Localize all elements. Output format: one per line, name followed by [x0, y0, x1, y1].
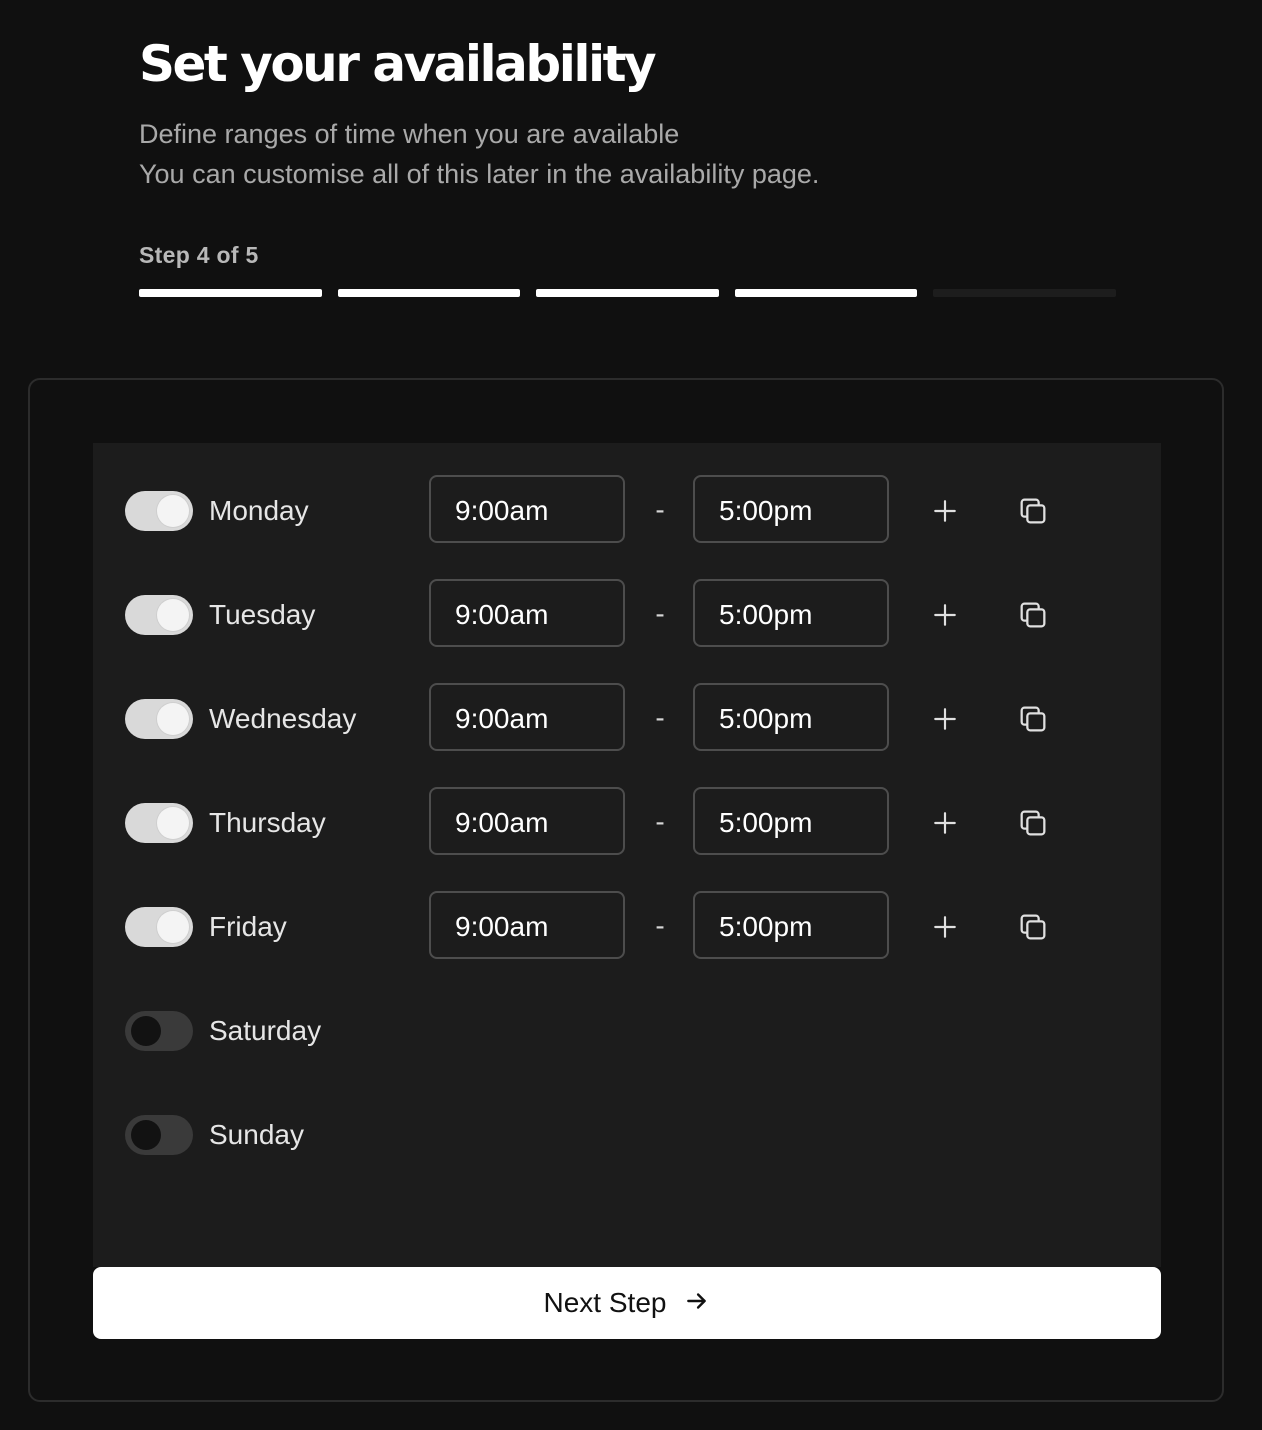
plus-icon[interactable]	[923, 489, 967, 533]
day-row-thursday: Thursday 9:00am -5:00pm	[93, 787, 1161, 859]
day-row-monday: Monday 9:00am -5:00pm	[93, 475, 1161, 547]
next-step-button[interactable]: Next Step	[93, 1267, 1161, 1339]
copy-icon[interactable]	[1011, 801, 1055, 845]
time-range-separator: -	[655, 494, 665, 525]
thursday-end-time-select[interactable]: 5:00pm	[693, 787, 889, 855]
page-description: Define ranges of time when you are avail…	[139, 114, 1119, 194]
next-step-label: Next Step	[543, 1287, 667, 1318]
progress-segment-3	[536, 289, 719, 297]
plus-icon[interactable]	[923, 697, 967, 741]
description-line-2: You can customise all of this later in t…	[139, 159, 820, 189]
wednesday-toggle[interactable]	[125, 699, 193, 739]
sunday-toggle[interactable]	[125, 1115, 193, 1155]
monday-end-time-select[interactable]: 5:00pm	[693, 475, 889, 543]
wednesday-start-time-select[interactable]: 9:00am	[429, 683, 625, 751]
saturday-toggle[interactable]	[125, 1011, 193, 1051]
copy-icon[interactable]	[1011, 489, 1055, 533]
friday-end-time-select[interactable]: 5:00pm	[693, 891, 889, 959]
thursday-start-time-select[interactable]: 9:00am	[429, 787, 625, 855]
toggle-knob	[131, 1120, 161, 1150]
day-label: Monday	[209, 495, 309, 526]
page-header: Set your availability Define ranges of t…	[139, 30, 1119, 194]
arrow-right-icon	[684, 1288, 710, 1319]
time-range-separator: -	[655, 910, 665, 941]
wednesday-end-time-select[interactable]: 5:00pm	[693, 683, 889, 751]
day-label: Sunday	[209, 1119, 304, 1150]
tuesday-start-time-select[interactable]: 9:00am	[429, 579, 625, 647]
progress-segment-2	[337, 289, 521, 297]
toggle-knob	[157, 599, 189, 631]
time-range-separator: -	[655, 702, 665, 733]
copy-icon[interactable]	[1011, 905, 1055, 949]
toggle-knob	[157, 703, 189, 735]
progress-segment-1	[139, 289, 322, 297]
thursday-toggle[interactable]	[125, 803, 193, 843]
page-title: Set your availability	[139, 35, 657, 93]
step-indicator: Step 4 of 5	[139, 242, 259, 268]
toggle-knob	[131, 1016, 161, 1046]
time-range-separator: -	[655, 598, 665, 629]
day-row-wednesday: Wednesday 9:00am -5:00pm	[93, 683, 1161, 755]
plus-icon[interactable]	[923, 801, 967, 845]
tuesday-toggle[interactable]	[125, 595, 193, 635]
tuesday-end-time-select[interactable]: 5:00pm	[693, 579, 889, 647]
toggle-knob	[157, 807, 189, 839]
day-label: Tuesday	[209, 599, 316, 630]
toggle-knob	[157, 495, 189, 527]
toggle-knob	[157, 911, 189, 943]
weekly-schedule: Monday 9:00am -5:00pm Tuesday 9:00am -5:00pm W…	[93, 443, 1161, 1267]
plus-icon[interactable]	[923, 593, 967, 637]
day-label: Saturday	[209, 1015, 322, 1046]
plus-icon[interactable]	[923, 905, 967, 949]
progress-segment-5	[933, 289, 1116, 297]
day-label: Thursday	[209, 807, 326, 838]
friday-toggle[interactable]	[125, 907, 193, 947]
day-row-friday: Friday 9:00am -5:00pm	[93, 891, 1161, 963]
day-row-sunday: Sunday	[93, 1099, 1161, 1171]
time-range-separator: -	[655, 806, 665, 837]
step-progress-bar	[139, 289, 1116, 297]
monday-toggle[interactable]	[125, 491, 193, 531]
day-label: Wednesday	[209, 703, 357, 734]
copy-icon[interactable]	[1011, 697, 1055, 741]
day-row-saturday: Saturday	[93, 995, 1161, 1067]
day-label: Friday	[209, 911, 287, 942]
description-line-1: Define ranges of time when you are avail…	[139, 119, 680, 149]
friday-start-time-select[interactable]: 9:00am	[429, 891, 625, 959]
day-row-tuesday: Tuesday 9:00am -5:00pm	[93, 579, 1161, 651]
copy-icon[interactable]	[1011, 593, 1055, 637]
progress-segment-4	[734, 289, 918, 297]
monday-start-time-select[interactable]: 9:00am	[429, 475, 625, 543]
